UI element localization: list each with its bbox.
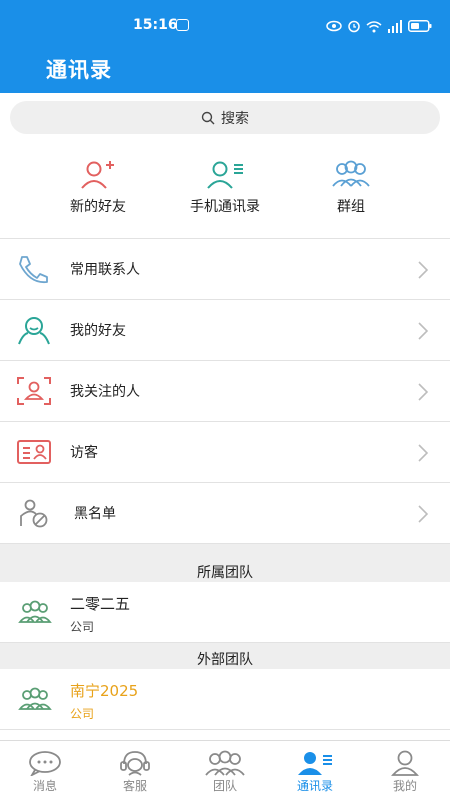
app-header: 15:16 通讯录 [0, 0, 450, 93]
team-icon [18, 687, 52, 710]
tab-label: 我的 [392, 779, 417, 793]
menu-label: 我关注的人 [70, 384, 140, 400]
contacts-icon [298, 752, 332, 775]
bottom-tab-bar: 消息 客服 团队 通讯录 我的 [0, 740, 450, 800]
quick-label: 手机通讯录 [190, 199, 260, 215]
menu-item-following[interactable]: 我关注的人 [0, 361, 450, 422]
team-type: 公司 [70, 707, 95, 721]
signal-icon [388, 20, 402, 33]
section-header-external-team: 外部团队 [0, 643, 450, 669]
tab-label: 客服 [122, 779, 147, 793]
team-name: 二零二五 [70, 595, 131, 613]
quick-groups[interactable]: 群组 [296, 150, 406, 216]
chevron-right-icon [418, 444, 428, 462]
tab-label: 消息 [32, 779, 57, 793]
quick-label: 新的好友 [70, 199, 126, 215]
phone-icon [19, 256, 48, 284]
page-title: 通讯录 [46, 58, 112, 82]
menu-label: 黑名单 [74, 506, 116, 522]
status-bar: 15:16 [0, 0, 450, 52]
team-icon [18, 600, 52, 623]
status-icons [326, 18, 432, 34]
team-type: 公司 [70, 620, 95, 634]
alarm-icon [348, 20, 360, 33]
menu-label: 访客 [70, 445, 98, 461]
wifi-icon [366, 20, 382, 32]
menu-label: 常用联系人 [70, 262, 140, 278]
friends-icon [18, 317, 50, 345]
team-row[interactable]: 二零二五 公司 [0, 582, 450, 643]
section-header-own-team: 所属团队 [0, 544, 450, 582]
support-icon [120, 751, 150, 776]
quick-actions: 新的好友 手机通讯录 群组 [0, 150, 450, 230]
status-time: 15:16 [133, 17, 178, 33]
tab-label: 通讯录 [296, 779, 333, 793]
team-row[interactable]: 南宁2025 公司 [0, 669, 450, 730]
tab-team[interactable]: 团队 [180, 741, 270, 800]
chevron-right-icon [418, 505, 428, 523]
search-icon [201, 111, 215, 124]
search-bar[interactable]: 搜索 [10, 101, 440, 134]
tab-contacts[interactable]: 通讯录 [270, 741, 360, 800]
add-friend-icon [81, 161, 114, 189]
chevron-right-icon [418, 322, 428, 340]
menu-item-my-friends[interactable]: 我的好友 [0, 300, 450, 361]
tab-messages[interactable]: 消息 [0, 741, 90, 800]
notification-app-icon [176, 19, 189, 31]
visitor-icon [17, 440, 51, 464]
menu-label: 我的好友 [70, 323, 126, 339]
menu-item-blacklist[interactable]: 黑名单 [0, 483, 450, 544]
tab-support[interactable]: 客服 [90, 741, 180, 800]
battery-icon [408, 20, 432, 32]
menu-item-visitors[interactable]: 访客 [0, 422, 450, 483]
quick-label: 群组 [337, 199, 365, 215]
team-icon [205, 750, 245, 776]
follow-icon [17, 377, 51, 405]
tab-profile[interactable]: 我的 [360, 741, 450, 800]
blacklist-icon [20, 499, 48, 528]
group-icon [332, 160, 370, 187]
team-name: 南宁2025 [70, 682, 139, 700]
profile-icon [391, 750, 419, 776]
tab-label: 团队 [212, 779, 237, 793]
message-icon [29, 751, 61, 776]
chevron-right-icon [418, 261, 428, 279]
chevron-right-icon [418, 383, 428, 401]
eye-icon [326, 20, 342, 32]
quick-new-friend[interactable]: 新的好友 [43, 150, 153, 216]
menu-item-frequent-contacts[interactable]: 常用联系人 [0, 239, 450, 300]
quick-phone-contacts[interactable]: 手机通讯录 [170, 150, 280, 216]
phone-contacts-icon [207, 161, 243, 189]
search-label: 搜索 [221, 110, 249, 127]
